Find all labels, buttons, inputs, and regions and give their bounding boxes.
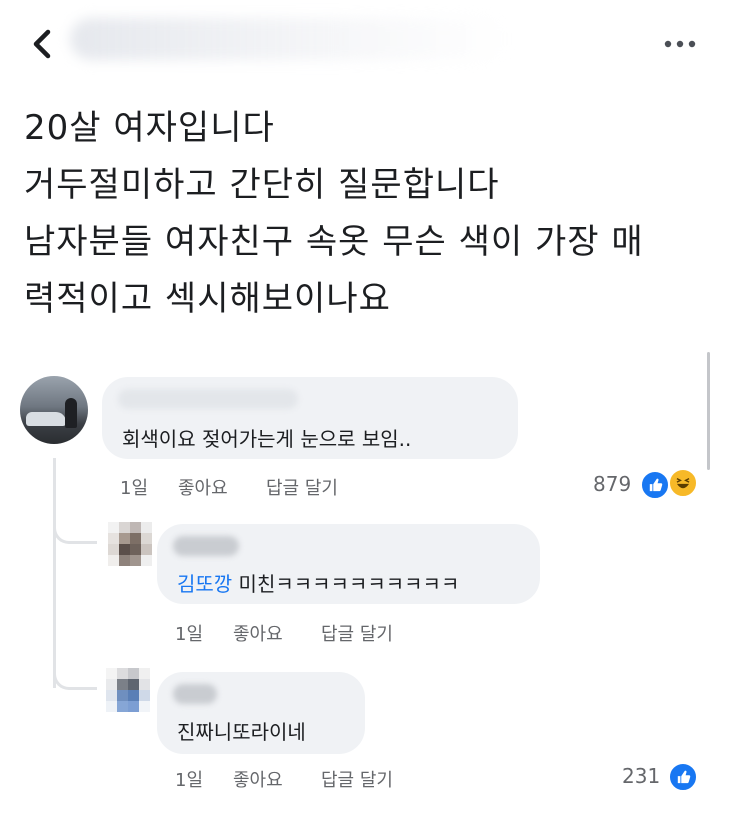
- comment-actions: 1일 좋아요 답글 달기: [120, 474, 380, 500]
- comment-time: 1일: [120, 478, 149, 499]
- post-line: 남자분들 여자친구 속옷 무슨 색이 가장 매: [24, 222, 644, 262]
- comment-text: 회색이요 젖어가는게 눈으로 보임..: [122, 427, 412, 451]
- reaction-count[interactable]: 879: [593, 472, 631, 496]
- reply-avatar[interactable]: [106, 668, 150, 712]
- like-icon: [668, 762, 698, 792]
- reply-actions: 1일 좋아요 답글 달기: [175, 766, 435, 792]
- blurred-commenter-name: [118, 389, 298, 409]
- like-button[interactable]: 좋아요: [178, 474, 228, 500]
- thread-connector: [53, 508, 97, 544]
- blurred-commenter-name: [173, 684, 217, 704]
- more-options-icon[interactable]: [660, 30, 700, 58]
- reply-button[interactable]: 답글 달기: [321, 766, 393, 792]
- reply-actions: 1일 좋아요 답글 달기: [175, 620, 435, 646]
- thread-connector: [53, 654, 97, 690]
- scrollbar[interactable]: [707, 352, 710, 470]
- haha-icon: [668, 468, 698, 498]
- like-button[interactable]: 좋아요: [233, 620, 283, 646]
- blurred-author-name: [70, 18, 510, 60]
- like-icon: [640, 470, 670, 500]
- back-arrow-icon[interactable]: [28, 26, 56, 62]
- post-body: 20살 여자입니다 거두절미하고 간단히 질문합니다 남자분들 여자친구 속옷 …: [24, 100, 714, 328]
- reply-avatar[interactable]: [108, 522, 152, 566]
- reaction-count[interactable]: 231: [622, 764, 660, 788]
- mention-tag[interactable]: 김또깡: [177, 572, 232, 596]
- reply-text: 진짜니또라이네: [177, 720, 306, 744]
- post-line: 20살 여자입니다: [24, 108, 275, 148]
- top-bar: [0, 0, 730, 90]
- reply-bubble: 진짜니또라이네: [157, 672, 365, 754]
- comment-bubble: 회색이요 젖어가는게 눈으로 보임..: [102, 377, 518, 459]
- reply-bubble: 김또깡 미친ㅋㅋㅋㅋㅋㅋㅋㅋㅋㅋ: [157, 524, 540, 604]
- reply-button[interactable]: 답글 달기: [321, 620, 393, 646]
- post-line: 력적이고 섹시해보이나요: [24, 279, 391, 319]
- blurred-commenter-name: [173, 536, 239, 556]
- reply-text-line: 김또깡 미친ㅋㅋㅋㅋㅋㅋㅋㅋㅋㅋ: [177, 568, 459, 597]
- commenter-avatar[interactable]: [20, 376, 88, 444]
- reply-button[interactable]: 답글 달기: [266, 474, 338, 500]
- post-line: 거두절미하고 간단히 질문합니다: [24, 165, 500, 205]
- reply-text: 미친ㅋㅋㅋㅋㅋㅋㅋㅋㅋㅋ: [232, 572, 460, 596]
- comment-time: 1일: [175, 770, 204, 791]
- comment-time: 1일: [175, 624, 204, 645]
- like-button[interactable]: 좋아요: [233, 766, 283, 792]
